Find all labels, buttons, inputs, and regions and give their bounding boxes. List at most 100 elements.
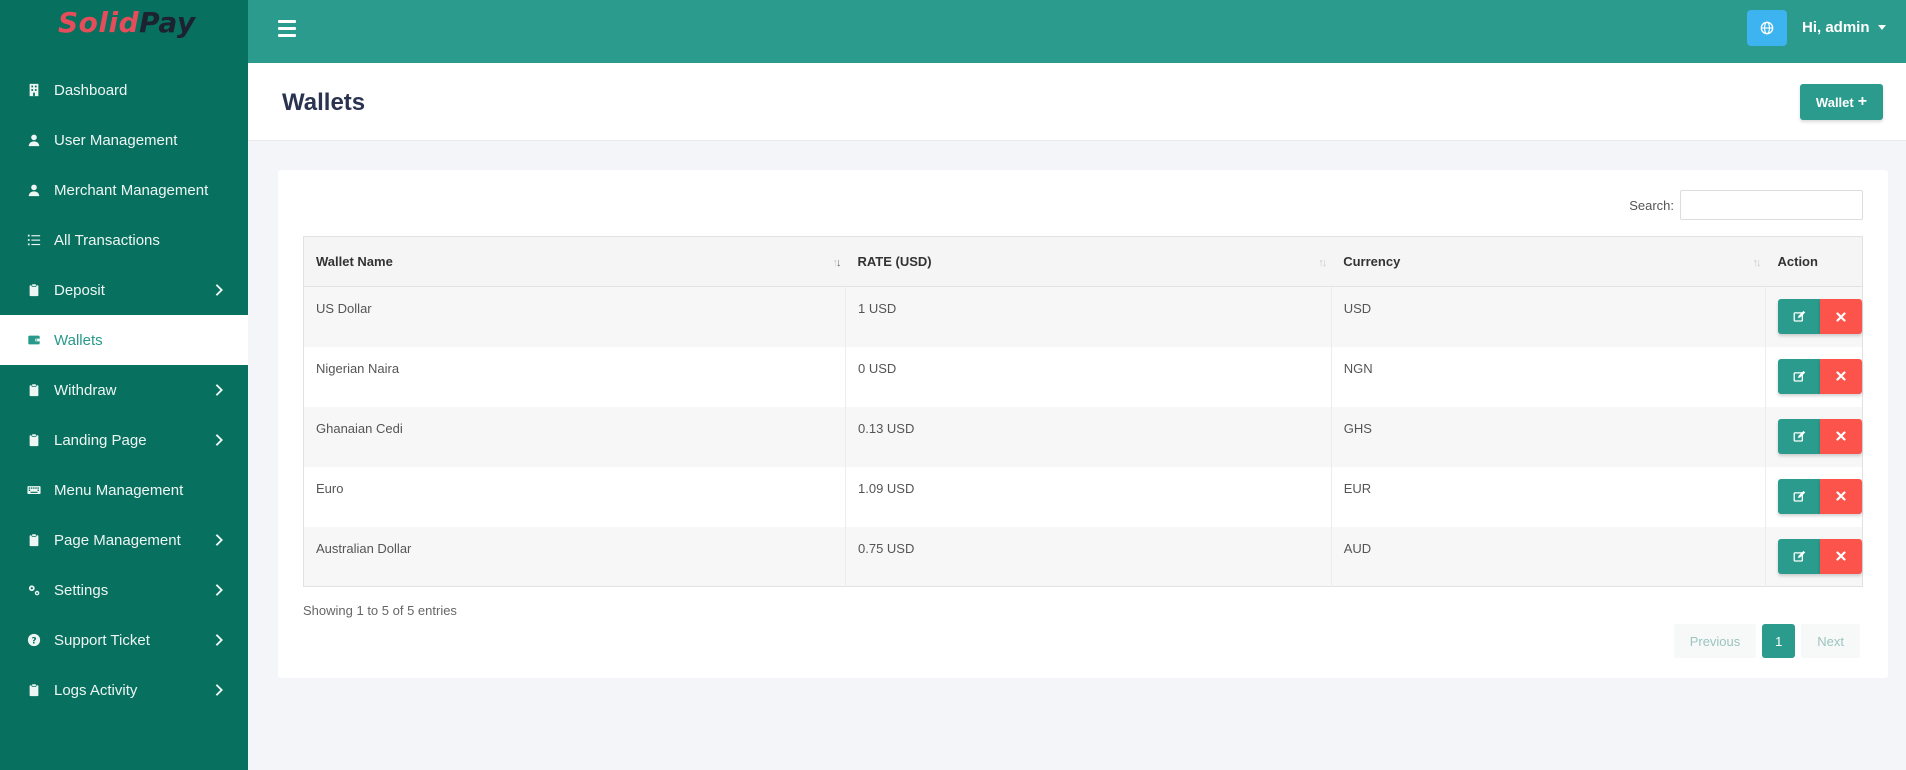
wallet-name-cell: US Dollar (303, 286, 846, 347)
wallets-table: Wallet Name ↑↓ RATE (USD) ↑↓ Currency ↑↓… (303, 236, 1863, 587)
sidebar-item-deposit[interactable]: Deposit (0, 265, 248, 315)
sidebar-item-merchant-management[interactable]: Merchant Management (0, 165, 248, 215)
user-icon (27, 183, 41, 197)
delete-button[interactable] (1820, 478, 1862, 514)
wallets-card: Search: Wallet Name ↑↓ RATE (USD) ↑↓ Cur… (278, 170, 1888, 678)
sidebar-item-all-transactions[interactable]: All Transactions (0, 215, 248, 265)
wallet-name-cell: Euro (303, 466, 846, 527)
globe-icon (1760, 21, 1774, 35)
sidebar-item-label: Deposit (54, 281, 105, 299)
close-icon (1836, 311, 1846, 322)
sidebar-item-label: Merchant Management (54, 181, 209, 199)
edit-button[interactable] (1778, 478, 1820, 514)
column-header-label: Wallet Name (316, 254, 393, 269)
clipboard-icon (27, 433, 41, 447)
column-header-currency[interactable]: Currency ↑↓ (1331, 236, 1766, 287)
sort-icon: ↑↓ (832, 257, 842, 269)
column-header-rate[interactable]: RATE (USD) ↑↓ (845, 236, 1332, 287)
table-row: Euro 1.09 USD EUR (303, 466, 1863, 527)
currency-cell: EUR (1331, 466, 1767, 527)
sidebar-item-page-management[interactable]: Page Management (0, 515, 248, 565)
cogs-icon (27, 583, 41, 597)
sidebar-item-label: Withdraw (54, 381, 117, 399)
language-button[interactable] (1747, 10, 1787, 46)
clipboard-icon (27, 533, 41, 547)
action-cell (1765, 286, 1863, 347)
table-info: Showing 1 to 5 of 5 entries (303, 603, 457, 618)
sort-icon: ↑↓ (1752, 257, 1762, 269)
edit-button[interactable] (1778, 299, 1820, 334)
sidebar-item-label: Support Ticket (54, 631, 150, 649)
page-title: Wallets (282, 89, 366, 116)
user-greeting: Hi, admin (1802, 19, 1870, 36)
currency-cell: NGN (1331, 346, 1767, 407)
sidebar-item-label: Settings (54, 581, 109, 599)
add-wallet-button[interactable]: Wallet + (1800, 84, 1883, 120)
edit-icon (1793, 370, 1805, 382)
plus-icon: + (1857, 93, 1868, 110)
action-cell (1765, 526, 1863, 587)
page-1-button[interactable]: 1 (1762, 624, 1796, 658)
chevron-right-icon (215, 284, 223, 296)
clipboard-icon (27, 283, 41, 297)
add-wallet-label: Wallet (1815, 94, 1854, 110)
wallet-name-cell: Nigerian Naira (303, 346, 846, 407)
sidebar-item-label: Landing Page (54, 431, 147, 449)
clipboard-icon (27, 683, 41, 697)
close-icon (1836, 491, 1846, 501)
table-body: US Dollar 1 USD USD Nigerian Naira 0 USD NGN G… (303, 286, 1863, 587)
edit-button[interactable] (1778, 538, 1820, 574)
sidebar-item-label: Page Management (54, 531, 181, 549)
action-cell (1766, 467, 1863, 527)
sidebar-item-user-management[interactable]: User Management (0, 115, 248, 165)
svg-text:?: ? (31, 637, 36, 647)
table-header-row: Wallet Name ↑↓ RATE (USD) ↑↓ Currency ↑↓… (303, 236, 1863, 287)
wallet-name-cell: Ghanaian Cedi (303, 406, 846, 467)
user-menu[interactable]: Hi, admin (1802, 19, 1886, 36)
brand-logo[interactable]: SolidPay (0, 0, 248, 48)
delete-button[interactable] (1820, 299, 1862, 334)
chevron-right-icon (215, 634, 223, 646)
next-page-button[interactable]: Next (1801, 624, 1860, 658)
delete-button[interactable] (1820, 358, 1862, 394)
user-icon (27, 133, 41, 147)
column-header-label: Currency (1343, 254, 1401, 269)
sidebar-item-label: Wallets (54, 331, 103, 349)
sidebar: SolidPay Dashboard User Management Merchan… (0, 0, 248, 770)
edit-icon (1793, 430, 1805, 442)
edit-button[interactable] (1778, 358, 1820, 394)
currency-cell: USD (1331, 286, 1767, 347)
wallet-name-cell: Australian Dollar (303, 526, 846, 587)
edit-icon (1793, 490, 1805, 502)
list-icon (27, 233, 41, 247)
pagination: Previous 1 Next (1673, 624, 1860, 658)
chevron-right-icon (215, 584, 223, 596)
sidebar-menu: Dashboard User Management Merchant Managem… (0, 65, 248, 715)
table-row: US Dollar 1 USD USD (303, 286, 1863, 347)
clipboard-icon (27, 383, 41, 397)
sidebar-item-landing-page[interactable]: Landing Page (0, 415, 248, 465)
sidebar-item-label: Dashboard (54, 81, 128, 99)
previous-page-button[interactable]: Previous (1673, 624, 1757, 658)
sidebar-item-menu-management[interactable]: Menu Management (0, 465, 248, 515)
sidebar-item-withdraw[interactable]: Withdraw (0, 365, 248, 415)
edit-button[interactable] (1778, 418, 1820, 454)
building-icon (27, 83, 41, 97)
sidebar-item-support-ticket[interactable]: ? Support Ticket (0, 615, 248, 665)
sidebar-item-wallets[interactable]: Wallets (0, 315, 248, 365)
search-input[interactable] (1680, 190, 1863, 220)
page-header: Wallets Wallet + (248, 63, 1906, 141)
brand-logo-part1: Solid (58, 6, 140, 39)
sidebar-item-settings[interactable]: Settings (0, 565, 248, 615)
chevron-right-icon (215, 384, 223, 396)
sidebar-item-dashboard[interactable]: Dashboard (0, 65, 248, 115)
delete-button[interactable] (1820, 538, 1862, 574)
delete-button[interactable] (1820, 418, 1862, 454)
menu-toggle-icon[interactable] (278, 20, 296, 37)
column-header-wallet-name[interactable]: Wallet Name ↑↓ (303, 236, 846, 287)
search-box: Search: (1629, 190, 1863, 220)
keyboard-icon (27, 483, 41, 497)
brand-logo-part2: Pay (139, 6, 196, 39)
action-cell (1765, 406, 1863, 467)
sidebar-item-logs-activity[interactable]: Logs Activity (0, 665, 248, 715)
